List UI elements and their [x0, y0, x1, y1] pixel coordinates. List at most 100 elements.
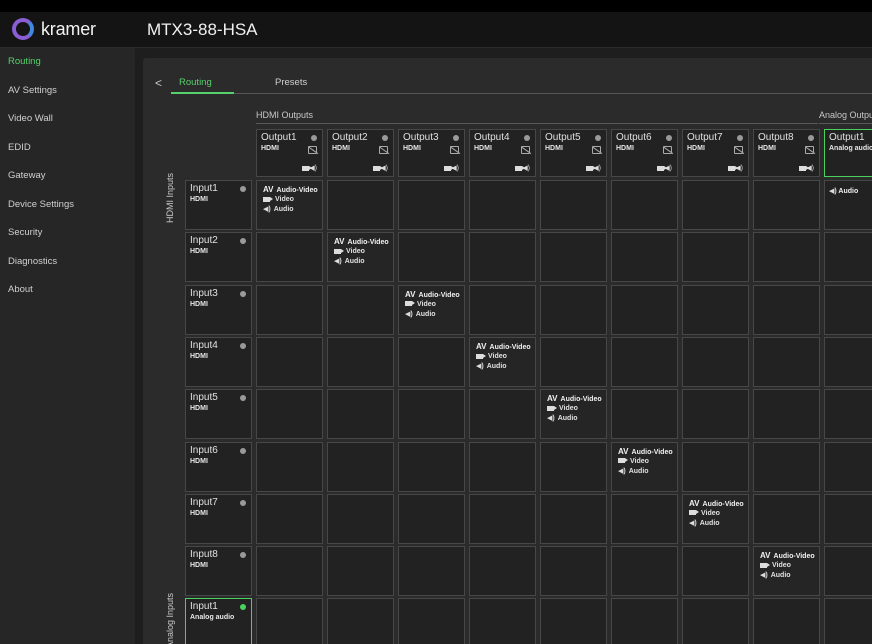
output-header-7[interactable]: Output7 HDMI ◀)	[682, 129, 749, 177]
route-cell[interactable]	[398, 389, 465, 440]
route-cell[interactable]	[611, 546, 678, 597]
route-cell[interactable]	[327, 336, 394, 387]
route-cell[interactable]	[398, 232, 465, 283]
route-cell[interactable]	[398, 598, 465, 644]
input-header-7[interactable]: Input7 HDMI	[185, 493, 252, 544]
route-cell[interactable]: ◀) Audio	[824, 180, 872, 230]
input-header-5[interactable]: Input5 HDMI	[185, 389, 252, 440]
route-cell[interactable]	[824, 389, 872, 440]
route-cell[interactable]	[824, 441, 872, 492]
route-cell[interactable]	[682, 180, 749, 230]
route-cell[interactable]: AV Audio-Video Video ◀) Audio	[611, 441, 678, 492]
route-cell[interactable]	[611, 232, 678, 283]
route-cell[interactable]	[398, 180, 465, 230]
route-cell[interactable]	[327, 598, 394, 644]
input-header-2[interactable]: Input2 HDMI	[185, 232, 252, 283]
route-cell[interactable]	[824, 546, 872, 597]
route-cell[interactable]	[256, 441, 323, 492]
output-header-1[interactable]: Output1 HDMI ◀)	[256, 129, 323, 177]
route-cell[interactable]	[469, 493, 536, 544]
analog-output-header-1[interactable]: Output1Analog audio◀)	[824, 129, 872, 177]
route-cell[interactable]	[540, 493, 607, 544]
route-cell[interactable]	[540, 232, 607, 283]
route-cell[interactable]	[682, 546, 749, 597]
route-cell[interactable]	[469, 180, 536, 230]
sidebar-item-edid[interactable]: EDID	[0, 134, 135, 163]
route-cell[interactable]	[753, 336, 820, 387]
route-cell[interactable]	[256, 546, 323, 597]
route-cell[interactable]	[469, 232, 536, 283]
analog-input-header-1[interactable]: Input1 Analog audio	[185, 598, 252, 644]
route-cell[interactable]	[327, 180, 394, 230]
route-cell[interactable]	[327, 441, 394, 492]
sidebar-item-device-settings[interactable]: Device Settings	[0, 191, 135, 220]
route-cell[interactable]	[682, 389, 749, 440]
route-cell[interactable]: AV Audio-Video Video ◀) Audio	[398, 284, 465, 335]
route-cell[interactable]	[540, 284, 607, 335]
route-cell[interactable]	[753, 389, 820, 440]
input-header-8[interactable]: Input8 HDMI	[185, 546, 252, 597]
route-cell[interactable]: AV Audio-Video Video ◀) Audio	[469, 336, 536, 387]
route-cell[interactable]	[398, 336, 465, 387]
sidebar-item-security[interactable]: Security	[0, 219, 135, 248]
route-cell[interactable]	[753, 180, 820, 230]
route-cell[interactable]	[682, 232, 749, 283]
route-cell[interactable]	[256, 232, 323, 283]
route-cell[interactable]	[682, 284, 749, 335]
sidebar-item-gateway[interactable]: Gateway	[0, 162, 135, 191]
route-cell[interactable]	[753, 232, 820, 283]
route-cell[interactable]	[611, 180, 678, 230]
route-cell[interactable]	[682, 441, 749, 492]
output-header-4[interactable]: Output4 HDMI ◀)	[469, 129, 536, 177]
route-cell[interactable]	[540, 546, 607, 597]
route-cell[interactable]: AV Audio-Video Video ◀) Audio	[256, 180, 323, 230]
route-cell[interactable]: AV Audio-Video Video ◀) Audio	[682, 493, 749, 544]
route-cell[interactable]	[824, 232, 872, 283]
route-cell[interactable]	[327, 546, 394, 597]
route-cell[interactable]	[611, 598, 678, 644]
route-cell[interactable]	[398, 546, 465, 597]
route-cell[interactable]: AV Audio-Video Video ◀) Audio	[753, 546, 820, 597]
route-cell[interactable]: AV Audio-Video Video ◀) Audio	[540, 389, 607, 440]
route-cell[interactable]	[682, 598, 749, 644]
route-cell[interactable]	[256, 493, 323, 544]
input-header-1[interactable]: Input1 HDMI	[185, 180, 252, 230]
tab-routing[interactable]: Routing	[179, 77, 212, 88]
route-cell[interactable]	[611, 493, 678, 544]
route-cell[interactable]	[327, 284, 394, 335]
route-cell[interactable]	[753, 493, 820, 544]
route-cell[interactable]	[540, 180, 607, 230]
sidebar-item-routing[interactable]: Routing	[0, 48, 135, 77]
route-cell[interactable]	[256, 284, 323, 335]
output-header-8[interactable]: Output8 HDMI ◀)	[753, 129, 820, 177]
sidebar-item-diagnostics[interactable]: Diagnostics	[0, 248, 135, 277]
input-header-3[interactable]: Input3 HDMI	[185, 284, 252, 335]
route-cell[interactable]	[398, 493, 465, 544]
route-cell[interactable]	[469, 389, 536, 440]
route-cell[interactable]	[540, 598, 607, 644]
route-cell[interactable]	[540, 441, 607, 492]
route-cell[interactable]	[256, 598, 323, 644]
output-header-6[interactable]: Output6 HDMI ◀)	[611, 129, 678, 177]
route-cell[interactable]	[256, 389, 323, 440]
output-header-5[interactable]: Output5 HDMI ◀)	[540, 129, 607, 177]
route-cell[interactable]	[824, 284, 872, 335]
route-cell[interactable]	[540, 336, 607, 387]
route-cell[interactable]	[682, 336, 749, 387]
route-cell[interactable]	[469, 284, 536, 335]
tab-presets[interactable]: Presets	[275, 77, 307, 88]
back-chevron-icon[interactable]: <	[155, 76, 162, 90]
route-cell[interactable]	[611, 284, 678, 335]
sidebar-item-video-wall[interactable]: Video Wall	[0, 105, 135, 134]
route-cell[interactable]	[469, 441, 536, 492]
route-cell[interactable]	[469, 598, 536, 644]
route-cell[interactable]	[469, 546, 536, 597]
route-cell[interactable]	[398, 441, 465, 492]
route-cell[interactable]	[824, 336, 872, 387]
input-header-4[interactable]: Input4 HDMI	[185, 336, 252, 387]
sidebar-item-av-settings[interactable]: AV Settings	[0, 77, 135, 106]
input-header-6[interactable]: Input6 HDMI	[185, 441, 252, 492]
route-cell[interactable]	[611, 336, 678, 387]
route-cell[interactable]	[824, 598, 872, 644]
route-cell[interactable]	[753, 284, 820, 335]
